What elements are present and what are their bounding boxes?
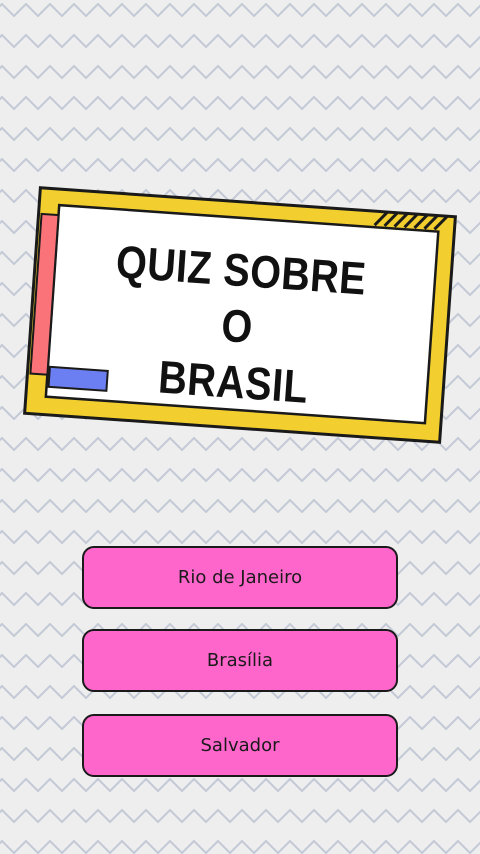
answer-label: Rio de Janeiro — [177, 567, 303, 588]
quiz-title-line-1: QUIZ SOBRE O — [114, 235, 368, 353]
quiz-title: QUIZ SOBRE O BRASIL — [86, 232, 389, 420]
answer-button-brasilia[interactable]: Brasília — [82, 629, 398, 692]
zigzag-line — [0, 64, 480, 80]
zigzag-line — [0, 529, 480, 545]
answer-button-salvador[interactable]: Salvador — [82, 714, 398, 777]
title-card: QUIZ SOBRE O BRASIL — [22, 186, 457, 445]
answer-button-rio-de-janeiro[interactable]: Rio de Janeiro — [82, 546, 398, 609]
zigzag-line — [0, 777, 480, 793]
zigzag-line — [0, 467, 480, 483]
zigzag-line — [0, 2, 480, 18]
zigzag-line — [0, 157, 480, 173]
zigzag-line — [0, 33, 480, 49]
zigzag-line — [0, 839, 480, 854]
answer-label: Brasília — [206, 650, 274, 671]
zigzag-line — [0, 126, 480, 142]
zigzag-line — [0, 498, 480, 514]
answer-label: Salvador — [200, 735, 280, 756]
zigzag-line — [0, 95, 480, 111]
zigzag-line — [0, 808, 480, 824]
